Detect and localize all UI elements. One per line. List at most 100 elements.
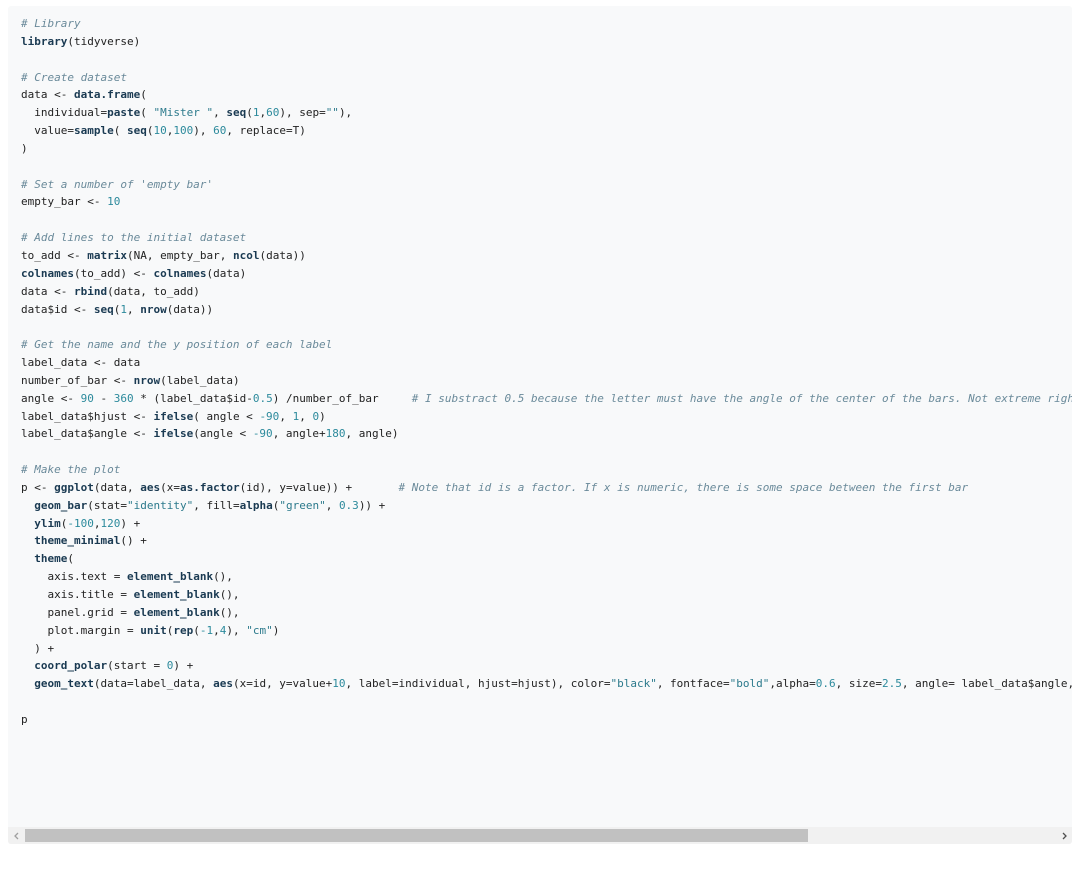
code-text: () + (120, 534, 147, 548)
code-number: 2.5 (882, 677, 902, 691)
code-line: # Set a number of 'empty bar' (21, 176, 1072, 194)
code-text: (data)) (166, 302, 214, 316)
code-text: (to_add) <- (73, 266, 154, 280)
code-function: seq (126, 124, 147, 138)
code-text: (NA, empty_bar, (126, 248, 233, 262)
code-text: (tidyverse) (67, 34, 141, 48)
code-text: p <- (21, 480, 55, 494)
code-line: panel.grid = element_blank(), (21, 604, 1072, 622)
code-text: , (325, 498, 339, 512)
code-text: (), (219, 588, 240, 601)
code-text: ), (338, 106, 353, 120)
code-text: (id), y=value)) + (239, 480, 399, 494)
code-function: rep (173, 623, 194, 637)
code-function: element_blank (126, 570, 214, 584)
code-text: ( (140, 106, 154, 120)
code-text: (data) (206, 266, 247, 280)
code-text: ) (319, 409, 326, 423)
code-text: ), sep= (279, 106, 326, 120)
code-comment: # Make the plot (21, 463, 121, 477)
code-line: empty_bar <- 10 (21, 193, 1072, 211)
code-text: ) /number_of_bar (272, 391, 412, 405)
code-function: aes (140, 480, 161, 494)
code-text: ( (67, 552, 74, 566)
code-number: 1 (120, 302, 127, 316)
code-number: -90 (259, 409, 280, 423)
code-scroll-area[interactable]: # Library library(tidyverse) # Create dat… (8, 6, 1072, 824)
code-line: data <- rbind(data, to_add) (21, 283, 1072, 301)
code-function: colnames (153, 266, 207, 280)
code-function: theme (34, 552, 68, 566)
code-function: matrix (87, 248, 127, 262)
code-function: geom_bar (34, 498, 88, 512)
code-number: 60 (266, 106, 280, 120)
chevron-left-icon[interactable] (8, 827, 25, 844)
code-comment: # I substract 0.5 because the letter mus… (411, 391, 1072, 405)
code-text: number_of_bar <- (21, 373, 134, 387)
code-text: , angle= label_data$angle, inherit.aes =… (901, 677, 1072, 691)
code-function: nrow (140, 302, 167, 316)
code-string: "cm" (246, 623, 273, 637)
code-text: ), (226, 623, 247, 637)
code-line: label_data$hjust <- ifelse( angle < -90,… (21, 408, 1072, 426)
code-text: , (93, 516, 101, 530)
code-line: # Library (21, 15, 1072, 33)
code-line: # Get the name and the y position of eac… (21, 336, 1072, 354)
code-line: angle <- 90 - 360 * (label_data$id-0.5) … (21, 390, 1072, 408)
code-text: , (213, 106, 227, 120)
code-number: 0.6 (815, 677, 836, 691)
code-function: seq (93, 302, 114, 316)
chevron-right-icon[interactable] (1055, 827, 1072, 844)
code-text: individual= (21, 106, 108, 120)
code-string: "identity" (126, 498, 194, 512)
code-function: sample (73, 124, 114, 138)
scrollbar-thumb[interactable] (25, 829, 808, 842)
code-comment: # Library (21, 17, 81, 30)
code-comment: # Note that id is a factor. If x is nume… (398, 480, 969, 494)
code-text: ) (272, 623, 280, 637)
code-line: individual=paste( "Mister ", seq(1,60), … (21, 104, 1072, 122)
code-text: ( angle < (193, 409, 260, 423)
code-number: 0.3 (338, 498, 359, 512)
code-text: data <- (21, 284, 74, 298)
code-string: "bold" (729, 677, 770, 691)
code-line: theme_minimal() + (21, 532, 1072, 550)
code-function: seq (226, 106, 247, 120)
r-code: # Library library(tidyverse) # Create dat… (8, 6, 1072, 729)
code-text: data <- (21, 88, 74, 102)
code-line: to_add <- matrix(NA, empty_bar, ncol(dat… (21, 247, 1072, 265)
code-line: data$id <- seq(1, nrow(data)) (21, 301, 1072, 319)
code-number: 360 (113, 391, 134, 405)
code-text: , replace=T) (226, 124, 306, 138)
code-number: -90 (252, 427, 273, 441)
code-text: (), (213, 570, 233, 584)
code-text: ( (246, 106, 253, 120)
code-text: ( (113, 124, 127, 138)
code-line: # Make the plot (21, 461, 1072, 479)
code-text: (stat= (87, 498, 127, 512)
code-function: as.factor (179, 480, 240, 494)
code-text: (data, to_add) (107, 284, 200, 298)
code-text: ), (193, 124, 214, 138)
code-function: geom_text (34, 677, 94, 691)
code-string: "Mister " (153, 106, 214, 120)
code-line: p <- ggplot(data, aes(x=as.factor(id), y… (21, 479, 1072, 497)
code-line: geom_text(data=label_data, aes(x=id, y=v… (21, 675, 1072, 693)
code-text: (x= (160, 480, 180, 494)
code-function: aes (213, 677, 233, 691)
code-function: ncol (232, 248, 260, 262)
code-function: nrow (133, 373, 161, 387)
code-text: ) (21, 141, 28, 155)
horizontal-scrollbar[interactable] (8, 827, 1072, 844)
code-line: ) + (21, 640, 1072, 658)
code-line: library(tidyverse) (21, 33, 1072, 51)
code-line: # Create dataset (21, 69, 1072, 87)
